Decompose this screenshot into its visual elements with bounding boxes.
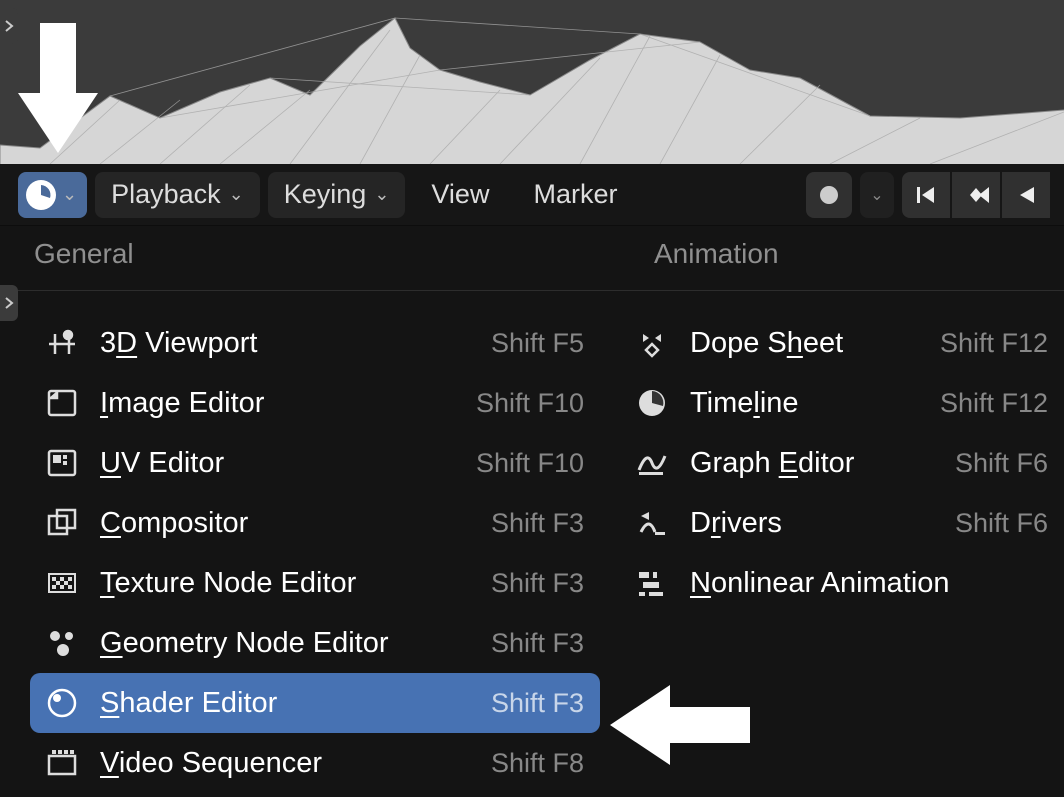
image-editor-icon [42, 383, 82, 423]
uv-editor-icon [42, 443, 82, 483]
transport-controls [902, 172, 1050, 218]
menu-item-shortcut: Shift F3 [491, 568, 584, 599]
play-reverse-button[interactable] [1002, 172, 1050, 218]
menu-item-shortcut: Shift F12 [940, 388, 1048, 419]
editor-type-item[interactable]: Shader Editor Shift F3 [30, 673, 600, 733]
column-header-general: General [0, 238, 620, 270]
nla-icon [632, 563, 672, 603]
editor-type-menu: General Animation 3D Viewport Shift F5 Ima… [0, 226, 1064, 797]
editor-type-item[interactable]: Video Sequencer Shift F8 [30, 733, 600, 793]
menu-item-label: Drivers [690, 507, 937, 540]
shader-editor-icon [42, 683, 82, 723]
menu-item-shortcut: Shift F6 [955, 448, 1048, 479]
menu-item-shortcut: Shift F8 [491, 748, 584, 779]
editor-type-item[interactable]: Image Editor Shift F10 [30, 373, 600, 433]
timeline-icon [632, 383, 672, 423]
timeline-toolbar: ⌄ Playback ⌄ Keying ⌄ View Marker ⌄ [0, 164, 1064, 226]
editor-type-item[interactable]: 3D Viewport Shift F5 [30, 313, 600, 373]
editor-type-item[interactable]: Timeline Shift F12 [620, 373, 1064, 433]
menu-item-shortcut: Shift F3 [491, 688, 584, 719]
menu-item-label: Texture Node Editor [100, 567, 473, 600]
jump-to-keyframe-back-button[interactable] [952, 172, 1000, 218]
editor-type-item[interactable]: Nonlinear Animation [620, 553, 1064, 613]
chevron-down-icon: ⌄ [374, 184, 389, 205]
menu-item-shortcut: Shift F10 [476, 448, 584, 479]
editor-type-item[interactable]: Graph Editor Shift F6 [620, 433, 1064, 493]
menu-item-label: Geometry Node Editor [100, 627, 473, 660]
video-sequencer-icon [42, 743, 82, 783]
menu-item-label: Dope Sheet [690, 327, 922, 360]
playback-menu[interactable]: Playback ⌄ [95, 172, 260, 218]
column-header-animation: Animation [620, 238, 779, 270]
chevron-down-icon: ⌄ [229, 184, 244, 205]
menu-item-shortcut: Shift F5 [491, 328, 584, 359]
geometry-node-icon [42, 623, 82, 663]
editor-type-item[interactable]: Texture Node Editor Shift F3 [30, 553, 600, 613]
drivers-icon [632, 503, 672, 543]
compositor-icon [42, 503, 82, 543]
menu-item-shortcut: Shift F3 [491, 628, 584, 659]
editor-type-item[interactable]: Drivers Shift F6 [620, 493, 1064, 553]
auto-keying-toggle[interactable] [806, 172, 852, 218]
keying-label: Keying [284, 179, 367, 210]
menu-item-shortcut: Shift F10 [476, 388, 584, 419]
menu-item-label: Timeline [690, 387, 922, 420]
collapse-panel-tab[interactable] [0, 8, 18, 44]
terrain-mesh [0, 0, 1064, 164]
menu-item-label: Compositor [100, 507, 473, 540]
menu-item-label: Nonlinear Animation [690, 567, 1030, 600]
marker-menu[interactable]: Marker [515, 179, 635, 210]
jump-to-start-button[interactable] [902, 172, 950, 218]
editor-type-item[interactable]: Compositor Shift F3 [30, 493, 600, 553]
annotation-arrow-down [18, 22, 98, 154]
editor-type-item[interactable]: UV Editor Shift F10 [30, 433, 600, 493]
chevron-down-icon: ⌄ [62, 184, 77, 205]
editor-type-item[interactable]: Dope Sheet Shift F12 [620, 313, 1064, 373]
menu-item-label: Image Editor [100, 387, 458, 420]
annotation-arrow-left [610, 685, 750, 765]
menu-item-label: UV Editor [100, 447, 458, 480]
menu-item-label: Graph Editor [690, 447, 937, 480]
viewport-3d-preview[interactable] [0, 0, 1064, 164]
keying-menu[interactable]: Keying ⌄ [268, 172, 406, 218]
dope-sheet-icon [632, 323, 672, 363]
viewport-3d-icon [42, 323, 82, 363]
record-icon [820, 186, 838, 204]
view-menu[interactable]: View [413, 179, 507, 210]
menu-item-label: Video Sequencer [100, 747, 473, 780]
editor-type-dropdown[interactable]: ⌄ [18, 172, 87, 218]
menu-item-shortcut: Shift F12 [940, 328, 1048, 359]
texture-node-icon [42, 563, 82, 603]
playback-label: Playback [111, 179, 221, 210]
graph-editor-icon [632, 443, 672, 483]
auto-keying-dropdown[interactable]: ⌄ [860, 172, 894, 218]
editor-type-item[interactable]: Geometry Node Editor Shift F3 [30, 613, 600, 673]
menu-item-shortcut: Shift F3 [491, 508, 584, 539]
clock-icon [26, 180, 56, 210]
chevron-down-icon: ⌄ [870, 185, 883, 205]
menu-item-label: 3D Viewport [100, 327, 473, 360]
menu-item-shortcut: Shift F6 [955, 508, 1048, 539]
menu-item-label: Shader Editor [100, 687, 473, 720]
collapse-panel-tab[interactable] [0, 285, 18, 321]
